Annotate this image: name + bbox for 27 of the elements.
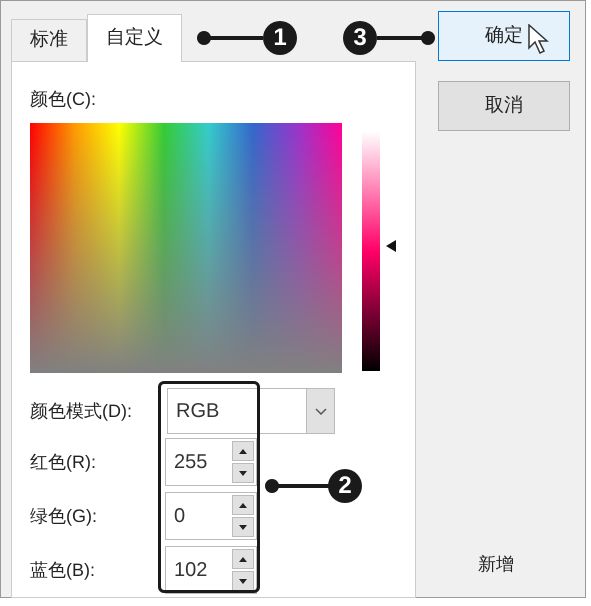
dialog-button[interactable]: 取消 bbox=[438, 81, 570, 131]
spin-up-icon[interactable] bbox=[232, 549, 254, 569]
dialog-button[interactable]: 确定 bbox=[438, 11, 570, 61]
mouse-cursor-icon bbox=[528, 24, 550, 56]
spin-field[interactable]: 0 bbox=[165, 492, 257, 540]
color-model-dropdown[interactable]: RGB bbox=[167, 388, 335, 434]
spin-field[interactable]: 102 bbox=[165, 546, 257, 594]
spin-down-icon[interactable] bbox=[232, 517, 254, 537]
field-label: 绿色(G): bbox=[30, 504, 98, 528]
spin-down-icon[interactable] bbox=[232, 571, 254, 591]
leader-line bbox=[197, 31, 263, 45]
luminance-pointer-icon[interactable] bbox=[386, 240, 396, 252]
tab[interactable]: 自定义 bbox=[87, 14, 182, 62]
field-label: 红色(R): bbox=[30, 450, 97, 474]
spin-up-icon[interactable] bbox=[232, 441, 254, 461]
chevron-down-icon bbox=[314, 408, 326, 414]
leader-line bbox=[265, 479, 331, 493]
spin-down-icon[interactable] bbox=[232, 463, 254, 483]
spin-field[interactable]: 255 bbox=[165, 438, 257, 486]
tab[interactable]: 标准 bbox=[11, 19, 87, 61]
field-label: 颜色模式(D): bbox=[30, 400, 133, 423]
field-label: 蓝色(B): bbox=[30, 558, 96, 582]
color-label: 颜色(C): bbox=[30, 88, 97, 111]
leader-line bbox=[377, 31, 435, 45]
preview-label: 新增 bbox=[478, 553, 515, 576]
color-spectrum[interactable] bbox=[30, 123, 342, 373]
spin-up-icon[interactable] bbox=[232, 495, 254, 515]
